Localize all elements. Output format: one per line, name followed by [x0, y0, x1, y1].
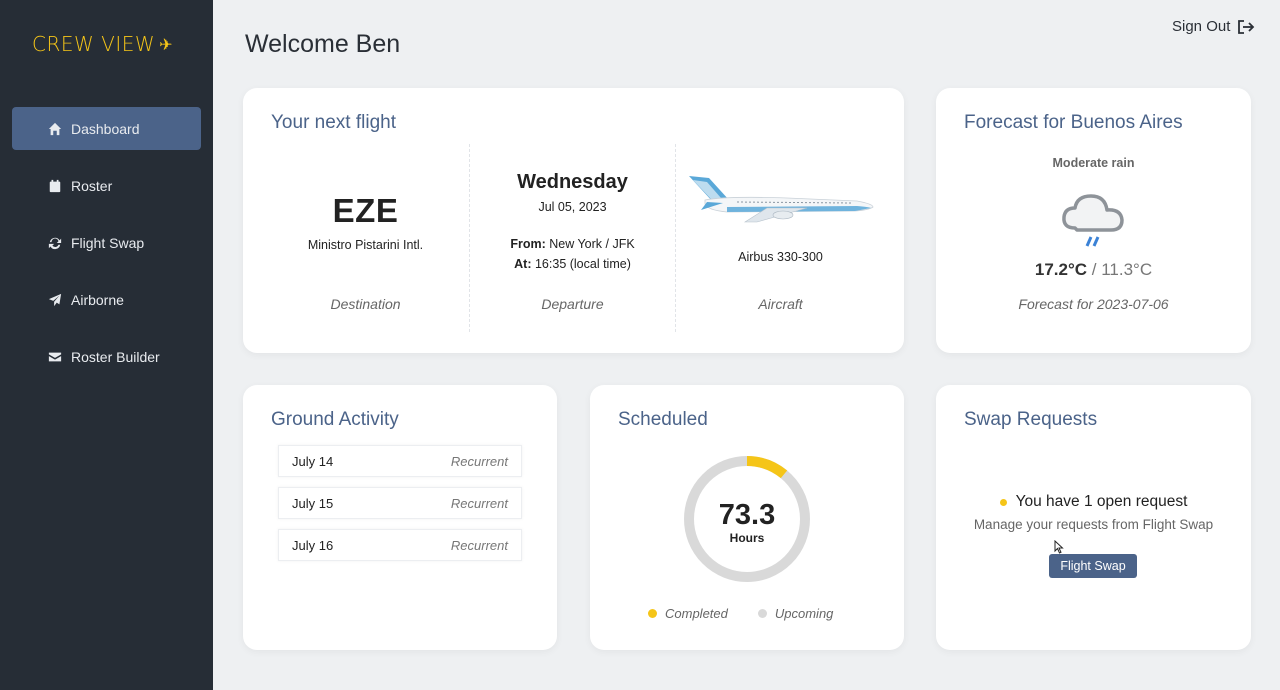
departure-weekday: Wednesday [517, 171, 628, 193]
card-title: Scheduled [618, 409, 708, 430]
page-title: Welcome Ben [245, 30, 401, 58]
flight-swap-button[interactable]: Flight Swap [1049, 554, 1137, 578]
sidebar-item-flight-swap[interactable]: Flight Swap [12, 221, 201, 264]
scheduled-hours-value: 73.3 [718, 499, 776, 531]
sidebar: CREW VIEW ✈ Dashboard Roster Flight Swap [0, 0, 213, 690]
ground-activity-card: Ground Activity July 14 Recurrent July 1… [243, 385, 557, 650]
scheduled-card: Scheduled 73.3 Hours Completed Upcoming [590, 385, 904, 650]
forecast-card: Forecast for Buenos Aires Moderate rain … [936, 88, 1251, 353]
envelope-icon [48, 350, 62, 364]
sidebar-item-label: Airborne [71, 291, 124, 308]
sidebar-item-roster-builder[interactable]: Roster Builder [12, 335, 201, 378]
sign-out-label: Sign Out [1172, 18, 1231, 35]
sidebar-item-label: Flight Swap [71, 234, 145, 251]
sidebar-nav: Dashboard Roster Flight Swap Airborne Ro… [12, 107, 201, 392]
aircraft-name: Airbus 330-300 [738, 250, 823, 264]
mouse-cursor-icon [1054, 540, 1064, 554]
destination-code: EZE [332, 192, 399, 229]
temperature: 17.2°C / 11.3°C [936, 260, 1251, 280]
temp-high: 17.2°C [1034, 260, 1088, 279]
weather-condition: Moderate rain [1052, 156, 1135, 170]
departure-date: Jul 05, 2023 [538, 200, 607, 214]
at-value: 16:35 (local time) [534, 257, 631, 271]
aircraft-label: Aircraft [758, 296, 803, 312]
destination-column: EZE Ministro Pistarini Intl. Destination [263, 144, 468, 332]
from-label: From: [510, 237, 546, 251]
sync-icon [48, 236, 62, 250]
legend-label: Completed [665, 606, 728, 621]
destination-airport: Ministro Pistarini Intl. [307, 238, 424, 252]
open-requests-line: You have 1 open request [936, 493, 1251, 511]
sidebar-item-label: Roster [71, 177, 113, 194]
card-title: Swap Requests [964, 409, 1098, 430]
temp-separator: / [1091, 260, 1097, 279]
aircraft-image [689, 176, 874, 223]
activity-date: July 15 [292, 495, 334, 511]
logo-text: CREW VIEW [32, 32, 156, 56]
open-requests-text: You have 1 open request [1015, 493, 1188, 510]
list-item[interactable]: July 16 Recurrent [278, 529, 522, 561]
legend-label: Upcoming [774, 606, 834, 621]
home-icon [48, 122, 62, 136]
status-dot [999, 498, 1007, 506]
destination-label: Destination [330, 296, 401, 312]
departure-from: From: New York / JFK [470, 237, 675, 251]
sidebar-item-airborne[interactable]: Airborne [12, 278, 201, 321]
chart-legend: Completed Upcoming [648, 606, 833, 621]
swap-subtext: Manage your requests from Flight Swap [973, 517, 1214, 532]
at-label: At: [514, 257, 532, 271]
calendar-icon [48, 179, 62, 193]
sidebar-item-roster[interactable]: Roster [12, 164, 201, 207]
aircraft-column: Airbus 330-300 Aircraft [677, 144, 884, 332]
legend-dot-completed [648, 609, 657, 618]
scheduled-hours-unit: Hours [729, 531, 765, 545]
sidebar-item-label: Roster Builder [71, 348, 160, 365]
rain-cloud-icon [1062, 194, 1124, 247]
next-flight-card: Your next flight EZE Ministro Pistarini … [243, 88, 904, 353]
temp-low: 11.3°C [1101, 260, 1153, 279]
swap-requests-card: Swap Requests You have 1 open request Ma… [936, 385, 1251, 650]
activity-date: July 14 [292, 453, 334, 469]
card-title: Forecast for Buenos Aires [964, 112, 1183, 133]
activity-type: Recurrent [450, 537, 508, 553]
forecast-date: Forecast for 2023-07-06 [1018, 296, 1169, 312]
departure-column: Wednesday Jul 05, 2023 From: New York / … [469, 144, 676, 332]
card-title: Your next flight [271, 112, 396, 133]
sidebar-item-dashboard[interactable]: Dashboard [12, 107, 201, 150]
activity-date: July 16 [292, 537, 334, 553]
card-title: Ground Activity [271, 409, 399, 430]
sign-out-icon [1238, 19, 1255, 34]
activity-type: Recurrent [450, 453, 508, 469]
plane-icon: ✈ [159, 34, 174, 54]
list-item[interactable]: July 14 Recurrent [278, 445, 522, 477]
from-value: New York / JFK [549, 237, 635, 251]
list-item[interactable]: July 15 Recurrent [278, 487, 522, 519]
app-logo[interactable]: CREW VIEW ✈ [32, 32, 173, 56]
sidebar-item-label: Dashboard [71, 120, 140, 137]
activity-type: Recurrent [450, 495, 508, 511]
departure-label: Departure [541, 296, 604, 312]
sign-out-button[interactable]: Sign Out [1172, 18, 1255, 35]
legend-dot-upcoming [757, 609, 767, 618]
departure-at: At: 16:35 (local time) [470, 257, 675, 271]
paper-plane-icon [48, 293, 62, 307]
legend-item-completed: Completed [648, 606, 728, 621]
ground-activity-list: July 14 Recurrent July 15 Recurrent July… [278, 445, 522, 571]
legend-item-upcoming: Upcoming [757, 606, 834, 621]
